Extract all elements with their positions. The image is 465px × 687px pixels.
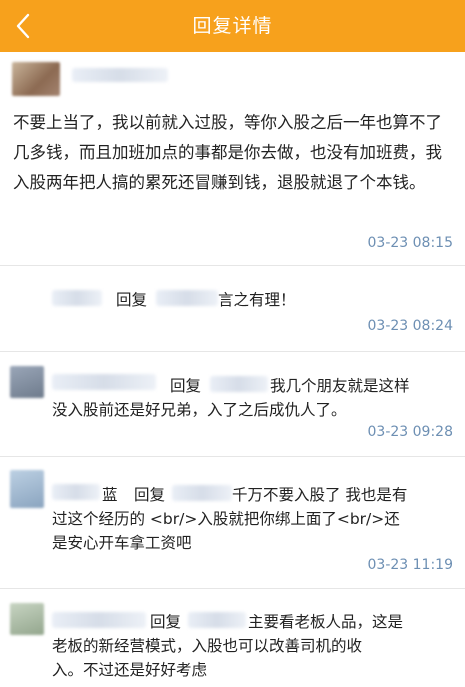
page-title: 回复详情 xyxy=(192,15,273,37)
reply-text-line: 没入股前还是好兄弟，入了之后成仇人了。 xyxy=(52,401,347,419)
reply-target-username[interactable] xyxy=(210,376,268,392)
reply-time: 03-23 11:19 xyxy=(367,557,453,573)
avatar[interactable] xyxy=(10,603,44,635)
username[interactable] xyxy=(72,68,168,82)
avatar[interactable] xyxy=(12,62,60,96)
reply-label: 回复 xyxy=(170,377,202,395)
reply-text: 言之有理！ xyxy=(218,291,296,309)
reply-label: 回复 xyxy=(134,486,166,504)
reply-time: 03-23 08:24 xyxy=(367,318,453,334)
divider xyxy=(0,265,465,266)
main-comment-time: 03-23 08:15 xyxy=(367,235,453,251)
reply-text: 千万不要入股了 我也是有 xyxy=(232,486,408,504)
reply-text-line: 是安心开车拿工资吧 xyxy=(52,534,192,552)
reply-username[interactable] xyxy=(52,374,156,390)
reply-text-line: 老板的新经营模式，入股也可以改善司机的收 xyxy=(52,637,363,655)
divider xyxy=(0,456,465,457)
divider xyxy=(0,351,465,352)
reply-text-line: 过这个经历的 <br/>入股就把你绑上面了<br/>还 xyxy=(52,510,400,528)
reply-username[interactable] xyxy=(52,290,102,306)
reply-target-username[interactable] xyxy=(156,290,218,306)
reply-text-line: 入。不过还是好好考虑 xyxy=(52,661,208,679)
reply-text: 我几个朋友就是这样 xyxy=(270,377,410,395)
reply-label: 回复 xyxy=(150,613,182,631)
reply-time: 03-23 09:28 xyxy=(367,424,453,440)
avatar[interactable] xyxy=(10,470,44,508)
reply-username[interactable] xyxy=(52,484,100,500)
reply-name-tail: 蓝 xyxy=(102,486,118,504)
reply-text: 主要看老板人品，这是 xyxy=(248,613,404,631)
top-bar: 回复详情 xyxy=(0,0,465,52)
reply-target-username[interactable] xyxy=(188,612,246,628)
main-comment-text: 不要上当了，我以前就入过股，等你入股之后一年也算不了几多钱，而且加班加点的事都是… xyxy=(13,113,442,192)
reply-username[interactable] xyxy=(52,612,146,628)
reply-label: 回复 xyxy=(116,291,148,309)
reply-target-username[interactable] xyxy=(172,485,232,501)
avatar[interactable] xyxy=(10,366,44,398)
divider xyxy=(0,588,465,589)
